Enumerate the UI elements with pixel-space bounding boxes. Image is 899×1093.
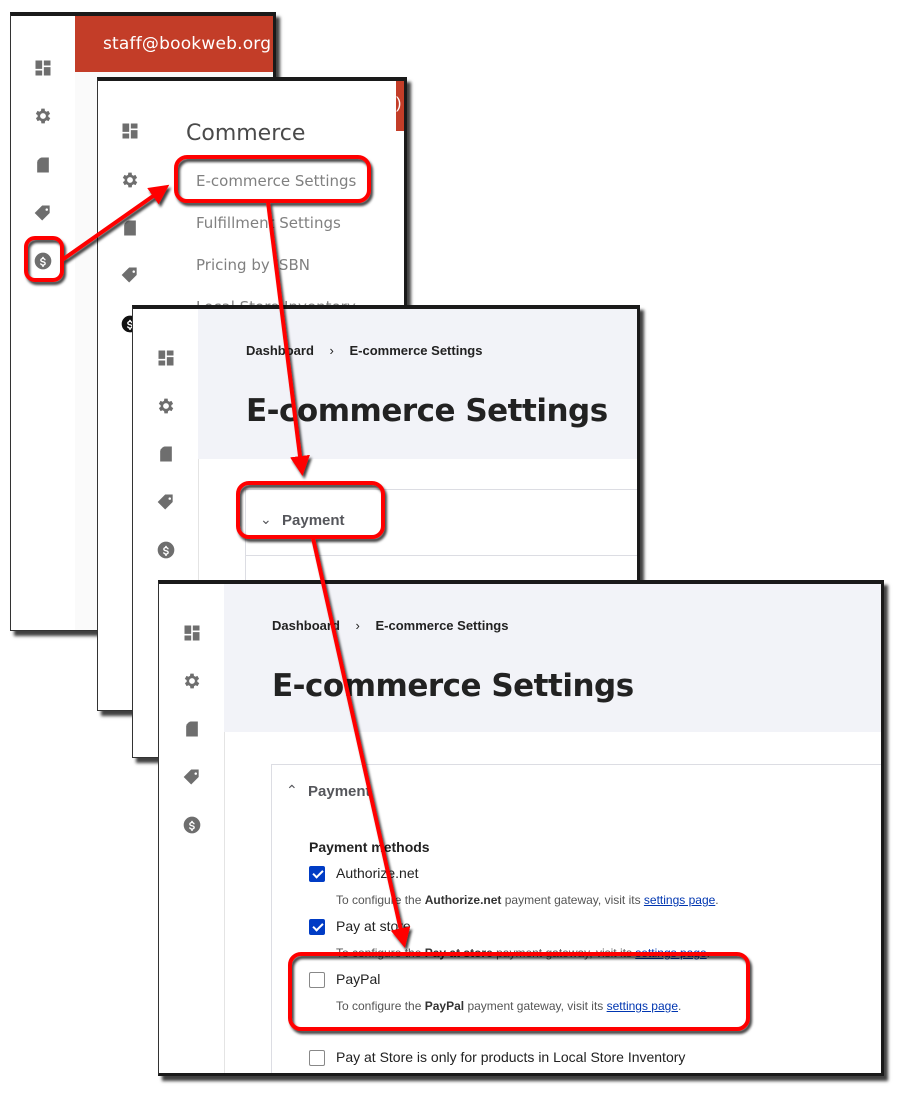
page-title: E-commerce Settings bbox=[272, 668, 634, 704]
page-header: Dashboard › E-commerce Settings E-commer… bbox=[224, 584, 881, 732]
dollar-icon[interactable] bbox=[32, 250, 54, 272]
breadcrumb: Dashboard › E-commerce Settings bbox=[272, 618, 508, 633]
breadcrumb-current: E-commerce Settings bbox=[349, 343, 483, 358]
pay-at-store-restriction-label[interactable]: Pay at Store is only for products in Loc… bbox=[336, 1049, 685, 1065]
authorize-net-checkbox[interactable] bbox=[309, 866, 325, 882]
screenshot-step-4: Dashboard › E-commerce Settings E-commer… bbox=[158, 580, 884, 1076]
dashboard-icon[interactable] bbox=[155, 347, 177, 369]
menu-title: Commerce bbox=[186, 121, 306, 146]
gear-icon[interactable] bbox=[181, 670, 203, 692]
section-label: Payment bbox=[282, 512, 345, 529]
section-label: Payment bbox=[308, 783, 371, 800]
document-icon[interactable] bbox=[32, 154, 54, 176]
paypal-description: To configure the PayPal payment gateway,… bbox=[336, 999, 682, 1013]
page-title: E-commerce Settings bbox=[246, 393, 608, 429]
breadcrumb-dashboard[interactable]: Dashboard bbox=[246, 343, 314, 358]
page-header: Dashboard › E-commerce Settings E-commer… bbox=[198, 309, 637, 459]
document-icon[interactable] bbox=[181, 718, 203, 740]
pay-at-store-checkbox[interactable] bbox=[309, 919, 325, 935]
gear-icon[interactable] bbox=[32, 105, 54, 127]
tag-icon[interactable] bbox=[181, 766, 203, 788]
breadcrumb-separator: › bbox=[329, 343, 334, 358]
dollar-icon[interactable] bbox=[181, 814, 203, 836]
chevron-down-icon: ⌄ bbox=[260, 511, 272, 527]
tag-icon[interactable] bbox=[119, 264, 141, 286]
pay-at-store-restriction-checkbox[interactable] bbox=[309, 1050, 325, 1066]
dollar-icon[interactable] bbox=[155, 539, 177, 561]
tag-icon[interactable] bbox=[155, 491, 177, 513]
pay-at-store-label[interactable]: Pay at store bbox=[336, 918, 411, 934]
document-icon[interactable] bbox=[155, 443, 177, 465]
top-bar-fragment: ) bbox=[396, 81, 404, 131]
menu-item-ecommerce-settings[interactable]: E-commerce Settings bbox=[196, 172, 356, 190]
dashboard-icon[interactable] bbox=[32, 57, 54, 79]
gear-icon[interactable] bbox=[155, 395, 177, 417]
tag-icon[interactable] bbox=[32, 202, 54, 224]
authorize-net-description: To configure the Authorize.net payment g… bbox=[336, 893, 719, 907]
settings-page-link[interactable]: settings page bbox=[635, 946, 706, 960]
payment-section-toggle[interactable]: ⌄ Payment bbox=[245, 489, 637, 559]
payment-section: ⌃ Payment Payment methods Authorize.net … bbox=[271, 764, 881, 1073]
dashboard-icon[interactable] bbox=[181, 622, 203, 644]
authorize-net-label[interactable]: Authorize.net bbox=[336, 865, 419, 881]
menu-item-fulfillment-settings[interactable]: Fulfillment Settings bbox=[196, 214, 341, 232]
settings-page-link[interactable]: settings page bbox=[607, 999, 678, 1013]
gear-icon[interactable] bbox=[119, 169, 141, 191]
sidebar bbox=[11, 16, 76, 630]
top-bar: staff@bookweb.org bbox=[75, 16, 273, 72]
breadcrumb-dashboard[interactable]: Dashboard bbox=[272, 618, 340, 633]
dashboard-icon[interactable] bbox=[119, 120, 141, 142]
sidebar bbox=[159, 584, 225, 1073]
breadcrumb: Dashboard › E-commerce Settings bbox=[246, 343, 482, 358]
menu-item-pricing-by-isbn[interactable]: Pricing by ISBN bbox=[196, 256, 310, 274]
paypal-checkbox[interactable] bbox=[309, 972, 325, 988]
paypal-label[interactable]: PayPal bbox=[336, 971, 380, 987]
user-email[interactable]: staff@bookweb.org bbox=[103, 34, 271, 54]
pay-at-store-description: To configure the Pay at store payment ga… bbox=[336, 946, 711, 960]
settings-page-link[interactable]: settings page bbox=[644, 893, 715, 907]
breadcrumb-separator: › bbox=[355, 618, 360, 633]
chevron-up-icon: ⌃ bbox=[286, 782, 298, 798]
document-icon[interactable] bbox=[119, 217, 141, 239]
payment-methods-heading: Payment methods bbox=[309, 839, 430, 855]
breadcrumb-current: E-commerce Settings bbox=[375, 618, 509, 633]
